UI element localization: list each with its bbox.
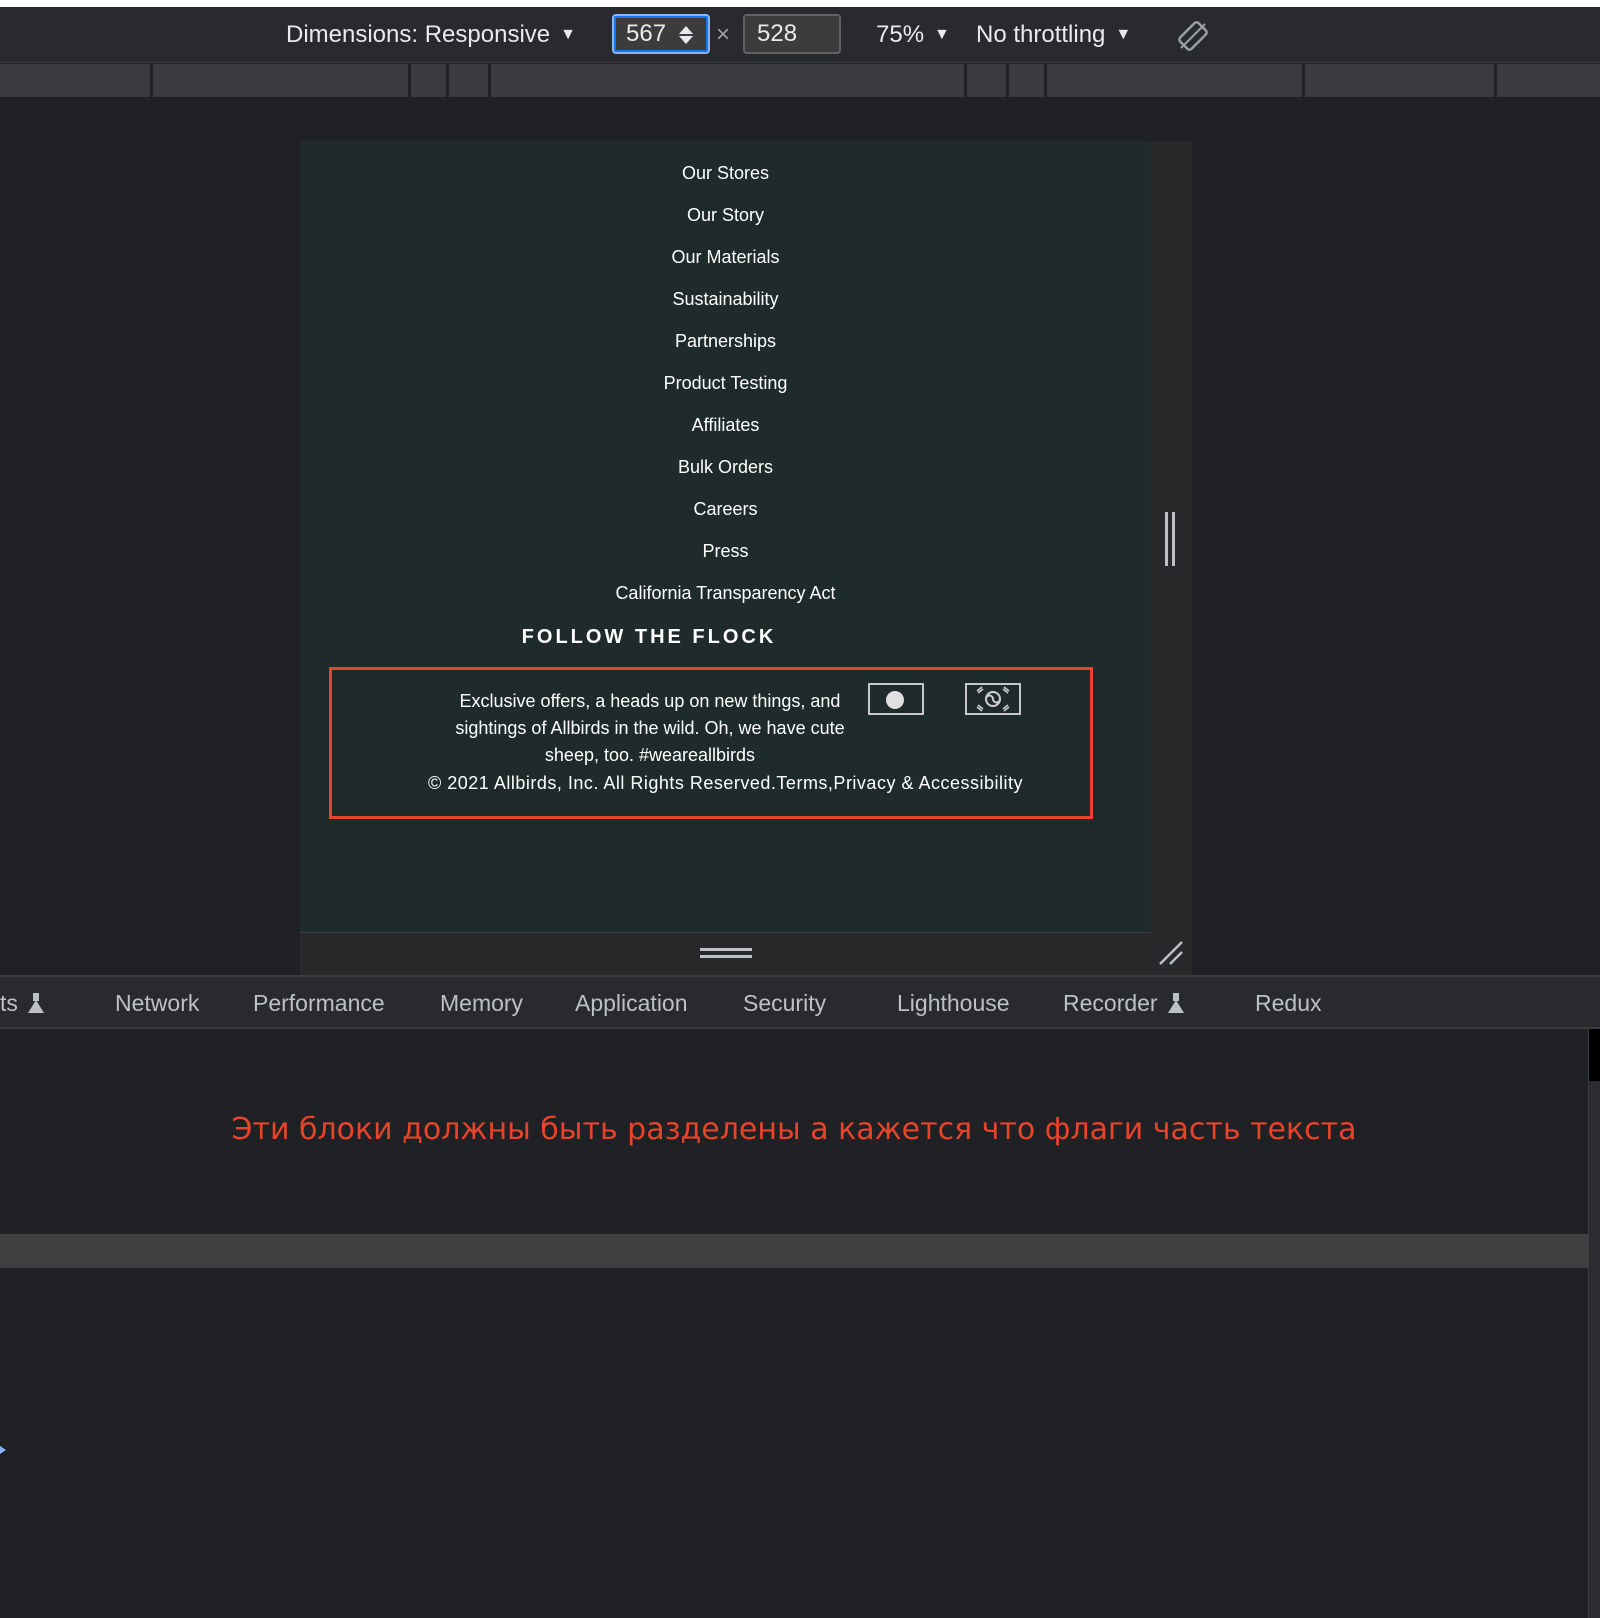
follow-the-flock-heading: FOLLOW THE FLOCK [521,626,777,648]
throttling-label: No throttling [976,21,1106,48]
tab-lighthouse[interactable]: Lighthouse [897,977,1010,1029]
copyright-text: © 2021 Allbirds, Inc. All Rights Reserve… [428,773,1023,793]
chevron-down-icon: ▼ [934,26,950,43]
resize-handle-bottom[interactable] [700,948,752,960]
footer-link[interactable]: Careers [300,488,1151,530]
media-query-segment[interactable] [1044,64,1302,97]
throttling-dropdown[interactable]: No throttling ▼ [976,17,1131,53]
console-caret-icon [0,1446,6,1454]
media-query-segment[interactable] [488,64,964,97]
footer-link[interactable]: Our Materials [300,236,1151,278]
tab-recorder[interactable]: Recorder [1063,977,1184,1029]
experiment-flask-icon [1167,993,1184,1013]
tab-label: Lighthouse [897,990,1010,1016]
rotate-icon[interactable] [1176,19,1210,53]
device-toolbar: Dimensions: Responsive ▼ 567 × 528 75% ▼… [0,7,1600,63]
tab-label: Redux [1255,990,1322,1016]
tab-redux[interactable]: Redux [1255,977,1321,1029]
footer-link[interactable]: Our Stores [300,152,1151,194]
footer-links: Our Stores Our Story Our Materials Susta… [300,152,1151,614]
tab-network[interactable]: Network [115,977,199,1029]
media-query-segment[interactable] [1302,64,1494,97]
width-stepper-icon[interactable] [676,21,696,49]
dimensions-label: Dimensions: Responsive [286,21,551,48]
chevron-down-icon: ▼ [1115,26,1132,43]
tab-label: Memory [440,990,524,1016]
tab-performance[interactable]: Performance [253,977,385,1029]
footer-link[interactable]: Product Testing [300,362,1151,404]
footer-link[interactable]: Affiliates [300,404,1151,446]
media-query-bar[interactable] [0,64,1600,97]
footer-link[interactable]: Our Story [300,194,1151,236]
japan-flag-icon[interactable] [868,683,924,715]
footer-link[interactable]: Bulk Orders [300,446,1151,488]
footer-link[interactable]: California Transparency Act [300,572,1151,614]
media-query-segment[interactable] [964,64,1006,97]
chevron-down-icon: ▼ [560,26,576,43]
footer-link[interactable]: Sustainability [300,278,1151,320]
tab-label: Network [115,990,200,1016]
panel-scrollbar[interactable] [1588,1029,1600,1618]
tab-memory[interactable]: Memory [440,977,523,1029]
panel-gray-bar [0,1234,1588,1268]
media-query-segment[interactable] [150,64,408,97]
media-query-segment[interactable] [446,64,488,97]
experiment-flask-icon [27,993,44,1013]
footer-link[interactable]: Press [300,530,1151,572]
annotation-text: Эти блоки должны быть разделены а кажетс… [231,1112,1357,1147]
newsletter-blurb: Exclusive offers, a heads up on new thin… [455,691,845,765]
tab-experiments-partial[interactable]: ts [0,977,44,1029]
media-query-segment[interactable] [408,64,446,97]
dimensions-times-sign: × [716,21,731,48]
media-query-segment[interactable] [1494,64,1600,97]
resize-handle-right[interactable] [1165,512,1179,566]
height-input[interactable]: 528 [743,14,841,54]
resize-corner-icon[interactable] [1158,940,1184,966]
korea-flag-icon[interactable] [965,683,1021,715]
devtools-tab-bar: ts Network Performance Memory Applicatio… [0,975,1600,1029]
zoom-dropdown[interactable]: 75% ▼ [876,17,950,53]
tab-label: ts [0,990,18,1016]
dimensions-dropdown[interactable]: Dimensions: Responsive ▼ [286,17,576,53]
tab-label: Security [743,990,827,1016]
tab-label: Application [575,990,688,1016]
korea-flag-emblem-icon [976,686,1010,712]
tab-application[interactable]: Application [575,977,688,1029]
tab-security[interactable]: Security [743,977,826,1029]
footer-link[interactable]: Partnerships [300,320,1151,362]
tab-label: Performance [253,990,385,1016]
tab-label: Recorder [1063,990,1158,1016]
flag-circle [886,691,904,709]
zoom-label: 75% [876,21,925,48]
media-query-segment[interactable] [1006,64,1044,97]
window-top-strip [0,0,1600,7]
